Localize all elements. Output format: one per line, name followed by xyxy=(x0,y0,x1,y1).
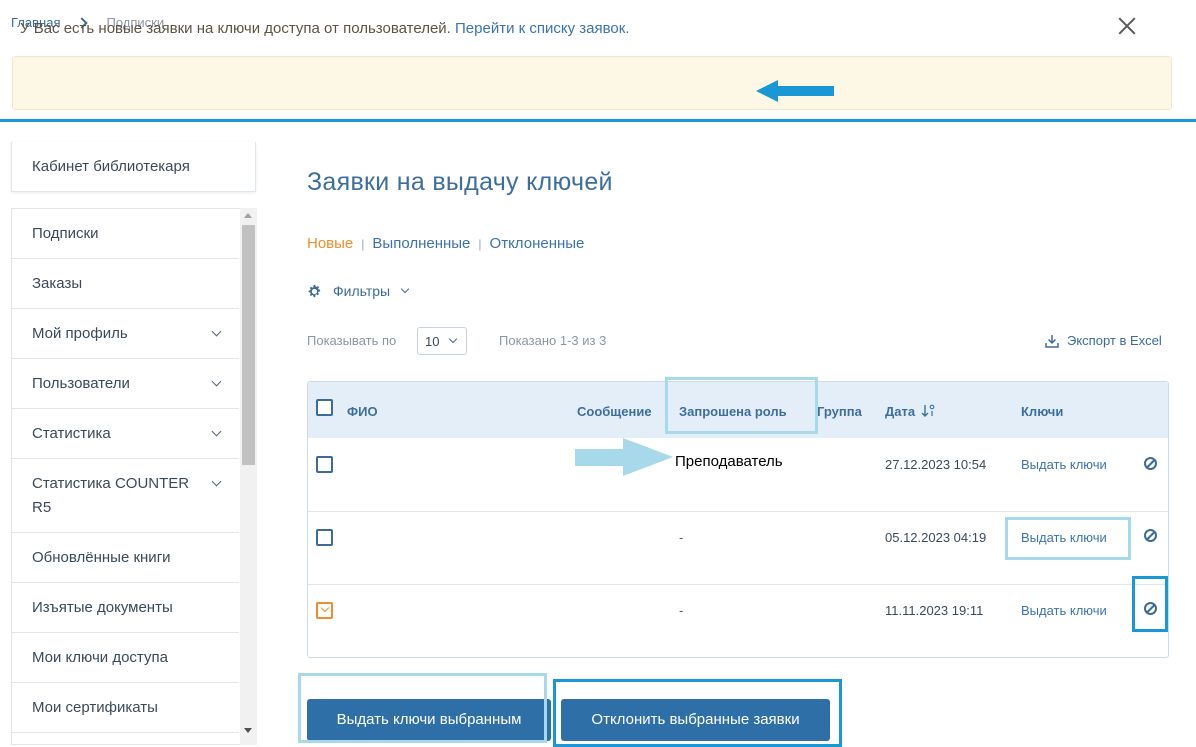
row-role: Преподаватель xyxy=(675,453,783,470)
sidebar-item-access-keys[interactable]: Мои ключи доступа xyxy=(12,633,239,683)
sidebar-item-label: Подписки xyxy=(32,225,99,242)
sidebar-menu: Подписки Заказы Мой профиль Пользователи… xyxy=(11,208,257,745)
sidebar-item-updated-books[interactable]: Обновлённые книги xyxy=(12,533,239,583)
row-checkbox[interactable] xyxy=(316,456,333,473)
sidebar-item-profile[interactable]: Мой профиль xyxy=(12,309,239,359)
notice-requests-link[interactable]: Перейти к списку заявок. xyxy=(455,20,629,37)
row-role: - xyxy=(679,530,684,545)
reject-icon[interactable] xyxy=(1144,529,1157,542)
notice-text: У Вас есть новые заявки на ключи доступа… xyxy=(20,20,629,37)
scroll-down-icon[interactable] xyxy=(244,728,252,733)
sidebar-item-label: Мой профиль xyxy=(32,325,128,342)
per-page-label: Показывать по xyxy=(307,333,397,348)
tab-new[interactable]: Новые xyxy=(307,235,353,252)
highlight-reject-selected xyxy=(553,679,842,747)
column-header-date-label: Дата xyxy=(885,404,916,419)
export-label: Экспорт в Excel xyxy=(1067,333,1162,348)
sidebar-item-label: Пользователи xyxy=(32,375,130,392)
chevron-down-icon xyxy=(211,426,222,437)
column-header-name[interactable]: ФИО xyxy=(347,404,378,419)
select-all-checkbox[interactable] xyxy=(316,399,333,416)
sidebar-item-statistics[interactable]: Статистика xyxy=(12,409,239,459)
chevron-down-icon xyxy=(400,284,410,294)
sidebar-item-withdrawn-documents[interactable]: Изъятые документы xyxy=(12,583,239,633)
chevron-down-icon xyxy=(448,334,458,344)
chevron-down-icon xyxy=(211,476,222,487)
sidebar-item-label: Статистика COUNTER R5 xyxy=(32,475,190,516)
highlight-reject-icon xyxy=(1132,576,1168,632)
sidebar-item-label: Статистика xyxy=(32,425,111,442)
tab-separator: | xyxy=(478,236,482,251)
highlight-issue-link xyxy=(1005,517,1131,560)
row-date: 11.11.2023 19:11 xyxy=(885,603,984,618)
filters-label: Фильтры xyxy=(333,283,391,299)
row-date: 27.12.2023 10:54 xyxy=(885,457,987,472)
row-date: 05.12.2023 04:19 xyxy=(885,530,987,545)
reject-icon[interactable] xyxy=(1144,457,1157,470)
row-checkbox[interactable] xyxy=(316,529,333,546)
shown-count: Показано 1-3 из 3 xyxy=(499,333,607,348)
row-divider xyxy=(308,511,1168,512)
sidebar-item-label: Заказы xyxy=(32,275,83,292)
notice-banner xyxy=(12,56,1172,110)
column-header-date[interactable]: Дата xyxy=(885,404,935,419)
sidebar-cabinet-label: Кабинет библиотекаря xyxy=(32,158,190,175)
issue-keys-link[interactable]: Выдать ключи xyxy=(1021,603,1107,618)
export-excel-link[interactable]: Экспорт в Excel xyxy=(1045,333,1162,348)
sidebar-item-label: Мои сертификаты xyxy=(32,699,158,716)
tab-separator: | xyxy=(361,236,365,251)
sort-icon xyxy=(921,404,935,417)
sidebar-item-certificates[interactable]: Мои сертификаты xyxy=(12,683,239,733)
filters-toggle[interactable]: Фильтры xyxy=(307,283,410,299)
per-page-select[interactable]: 10 xyxy=(417,327,467,355)
issue-keys-link[interactable]: Выдать ключи xyxy=(1021,457,1107,472)
row-role: - xyxy=(679,603,684,618)
sidebar-cabinet[interactable]: Кабинет библиотекаря xyxy=(11,142,256,192)
download-icon xyxy=(1045,334,1059,348)
chevron-down-icon xyxy=(211,326,222,337)
tab-rejected[interactable]: Отклоненные xyxy=(490,235,585,252)
column-header-group[interactable]: Группа xyxy=(817,404,862,419)
gear-icon xyxy=(308,284,321,298)
per-page-value: 10 xyxy=(425,334,440,349)
status-tabs: Новые | Выполненные | Отклоненные xyxy=(307,235,584,252)
column-header-keys: Ключи xyxy=(1021,404,1064,419)
sidebar-scroll-thumb[interactable] xyxy=(242,225,255,465)
page-title: Заявки на выдачу ключей xyxy=(307,168,613,196)
sidebar-item-label: Обновлённые книги xyxy=(32,549,171,566)
notice-message: У Вас есть новые заявки на ключи доступа… xyxy=(20,20,451,37)
highlight-issue-selected xyxy=(298,673,547,743)
sidebar-item-label: Мои ключи доступа xyxy=(32,649,168,666)
divider xyxy=(0,119,1196,122)
highlight-role-header xyxy=(665,377,818,434)
sidebar-item-users[interactable]: Пользователи xyxy=(12,359,239,409)
column-header-message[interactable]: Сообщение xyxy=(577,404,652,419)
row-checkbox-checked[interactable] xyxy=(316,602,333,619)
row-divider xyxy=(308,584,1168,585)
sidebar-item-counter-r5[interactable]: Статистика COUNTER R5 xyxy=(12,459,239,533)
chevron-down-icon xyxy=(211,376,222,387)
tab-completed[interactable]: Выполненные xyxy=(372,235,470,252)
sidebar-item-orders[interactable]: Заказы xyxy=(12,259,239,309)
close-icon[interactable] xyxy=(1116,15,1138,37)
arrow-left-annotation-icon xyxy=(756,80,834,102)
scroll-up-icon[interactable] xyxy=(244,213,252,218)
sidebar-item-subscriptions[interactable]: Подписки xyxy=(12,209,239,259)
arrow-right-annotation-icon xyxy=(575,438,673,476)
sidebar-item-label: Изъятые документы xyxy=(32,599,173,616)
